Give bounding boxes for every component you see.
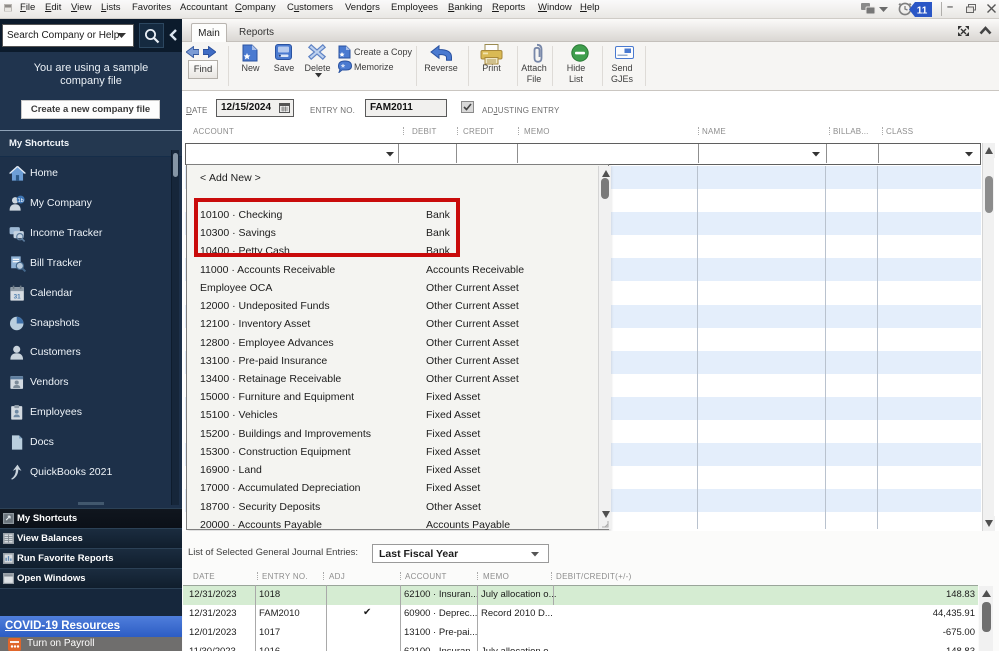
svg-text:31: 31 [14, 293, 22, 300]
svg-text:1b: 1b [18, 198, 24, 204]
svg-text:11: 11 [917, 6, 928, 17]
